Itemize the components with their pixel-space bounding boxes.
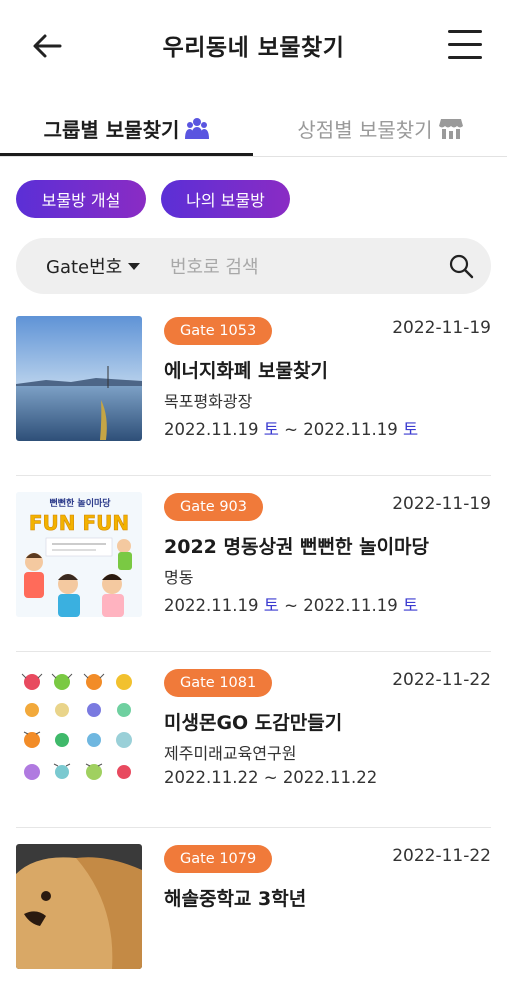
period-separator: ~: [278, 596, 304, 615]
gate-filter-label: Gate번호: [46, 257, 123, 278]
event-location: 목포평화광장: [164, 392, 253, 411]
poster-big-text: FUN FUN: [29, 511, 129, 535]
period-separator: ~: [258, 768, 283, 787]
period-start: 2022.11.19: [164, 596, 259, 615]
period-end: 2022.11.22: [282, 768, 378, 787]
event-date: 2022-11-19: [392, 494, 491, 514]
gate-badge: Gate 903: [164, 493, 264, 521]
create-room-button[interactable]: 보물방 개설: [16, 180, 146, 218]
search-icon[interactable]: [448, 253, 474, 279]
search-input[interactable]: [168, 248, 442, 286]
tab-store-search[interactable]: 상점별 보물찾기: [253, 100, 507, 156]
event-period: 2022.11.19 토 ~ 2022.11.19 토: [164, 592, 418, 616]
page-title: 우리동네 보물찾기: [162, 35, 345, 61]
gate-badge: Gate 1079: [164, 845, 273, 873]
list-item[interactable]: Gate 1079 2022-11-22 해솔중학교 3학년: [0, 828, 507, 1004]
app-header: 우리동네 보물찾기: [0, 0, 507, 90]
period-start-day: 토: [263, 596, 279, 615]
period-end-day: 토: [402, 420, 419, 439]
list-item[interactable]: 뻔뻔한 놀이마당 FUN FUN Gate 903 2022-11-19 202…: [0, 476, 507, 652]
event-date: 2022-11-22: [392, 846, 491, 866]
event-thumbnail-microbes: [16, 668, 142, 793]
event-title: 해솔중학교 3학년: [164, 888, 307, 910]
tab-bar: 그룹별 보물찾기 상점별 보물찾기: [0, 100, 507, 157]
event-title: 에너지화폐 보물찾기: [164, 360, 328, 382]
tab-group-search[interactable]: 그룹별 보물찾기: [0, 100, 253, 156]
period-separator: ~: [278, 420, 304, 439]
period-start: 2022.11.19: [164, 420, 259, 439]
store-icon: [438, 119, 463, 139]
event-location: 명동: [164, 568, 194, 587]
tab-label: 상점별 보물찾기: [297, 117, 433, 142]
active-tab-indicator: [0, 153, 253, 156]
list-item[interactable]: Gate 1081 2022-11-22 미생몬GO 도감만들기 제주미래교육연…: [0, 652, 507, 828]
caret-down-icon: [128, 262, 141, 270]
list-item[interactable]: Gate 1053 2022-11-19 에너지화폐 보물찾기 목포평화광장 2…: [0, 300, 507, 476]
gate-filter-select[interactable]: Gate번호: [46, 238, 141, 294]
event-title: 미생몬GO 도감만들기: [164, 712, 343, 734]
poster-top-text: 뻔뻔한 놀이마당: [49, 497, 111, 509]
event-period: 2022.11.22 ~ 2022.11.22: [164, 768, 377, 787]
period-end: 2022.11.19: [303, 420, 398, 439]
event-date: 2022-11-19: [392, 318, 491, 338]
search-bar: Gate번호: [16, 238, 491, 294]
period-end-day: 토: [402, 596, 419, 615]
event-location: 제주미래교육연구원: [164, 744, 297, 763]
period-start: 2022.11.22: [164, 768, 259, 787]
period-end: 2022.11.19: [303, 596, 398, 615]
period-start-day: 토: [263, 420, 279, 439]
event-date: 2022-11-22: [392, 670, 491, 690]
event-thumbnail-dog: [16, 844, 142, 969]
hamburger-icon: [448, 30, 482, 33]
menu-button[interactable]: [446, 28, 486, 62]
event-thumbnail-poster: 뻔뻔한 놀이마당 FUN FUN: [16, 492, 142, 617]
my-room-button[interactable]: 나의 보물방: [161, 180, 290, 218]
gate-badge: Gate 1053: [164, 317, 273, 345]
group-icon: [185, 118, 210, 139]
tab-label: 그룹별 보물찾기: [43, 117, 180, 142]
gate-badge: Gate 1081: [164, 669, 273, 697]
event-thumbnail-seaside: [16, 316, 142, 441]
event-title: 2022 명동상권 뻔뻔한 놀이마당: [164, 536, 430, 558]
event-period: 2022.11.19 토 ~ 2022.11.19 토: [164, 416, 418, 440]
